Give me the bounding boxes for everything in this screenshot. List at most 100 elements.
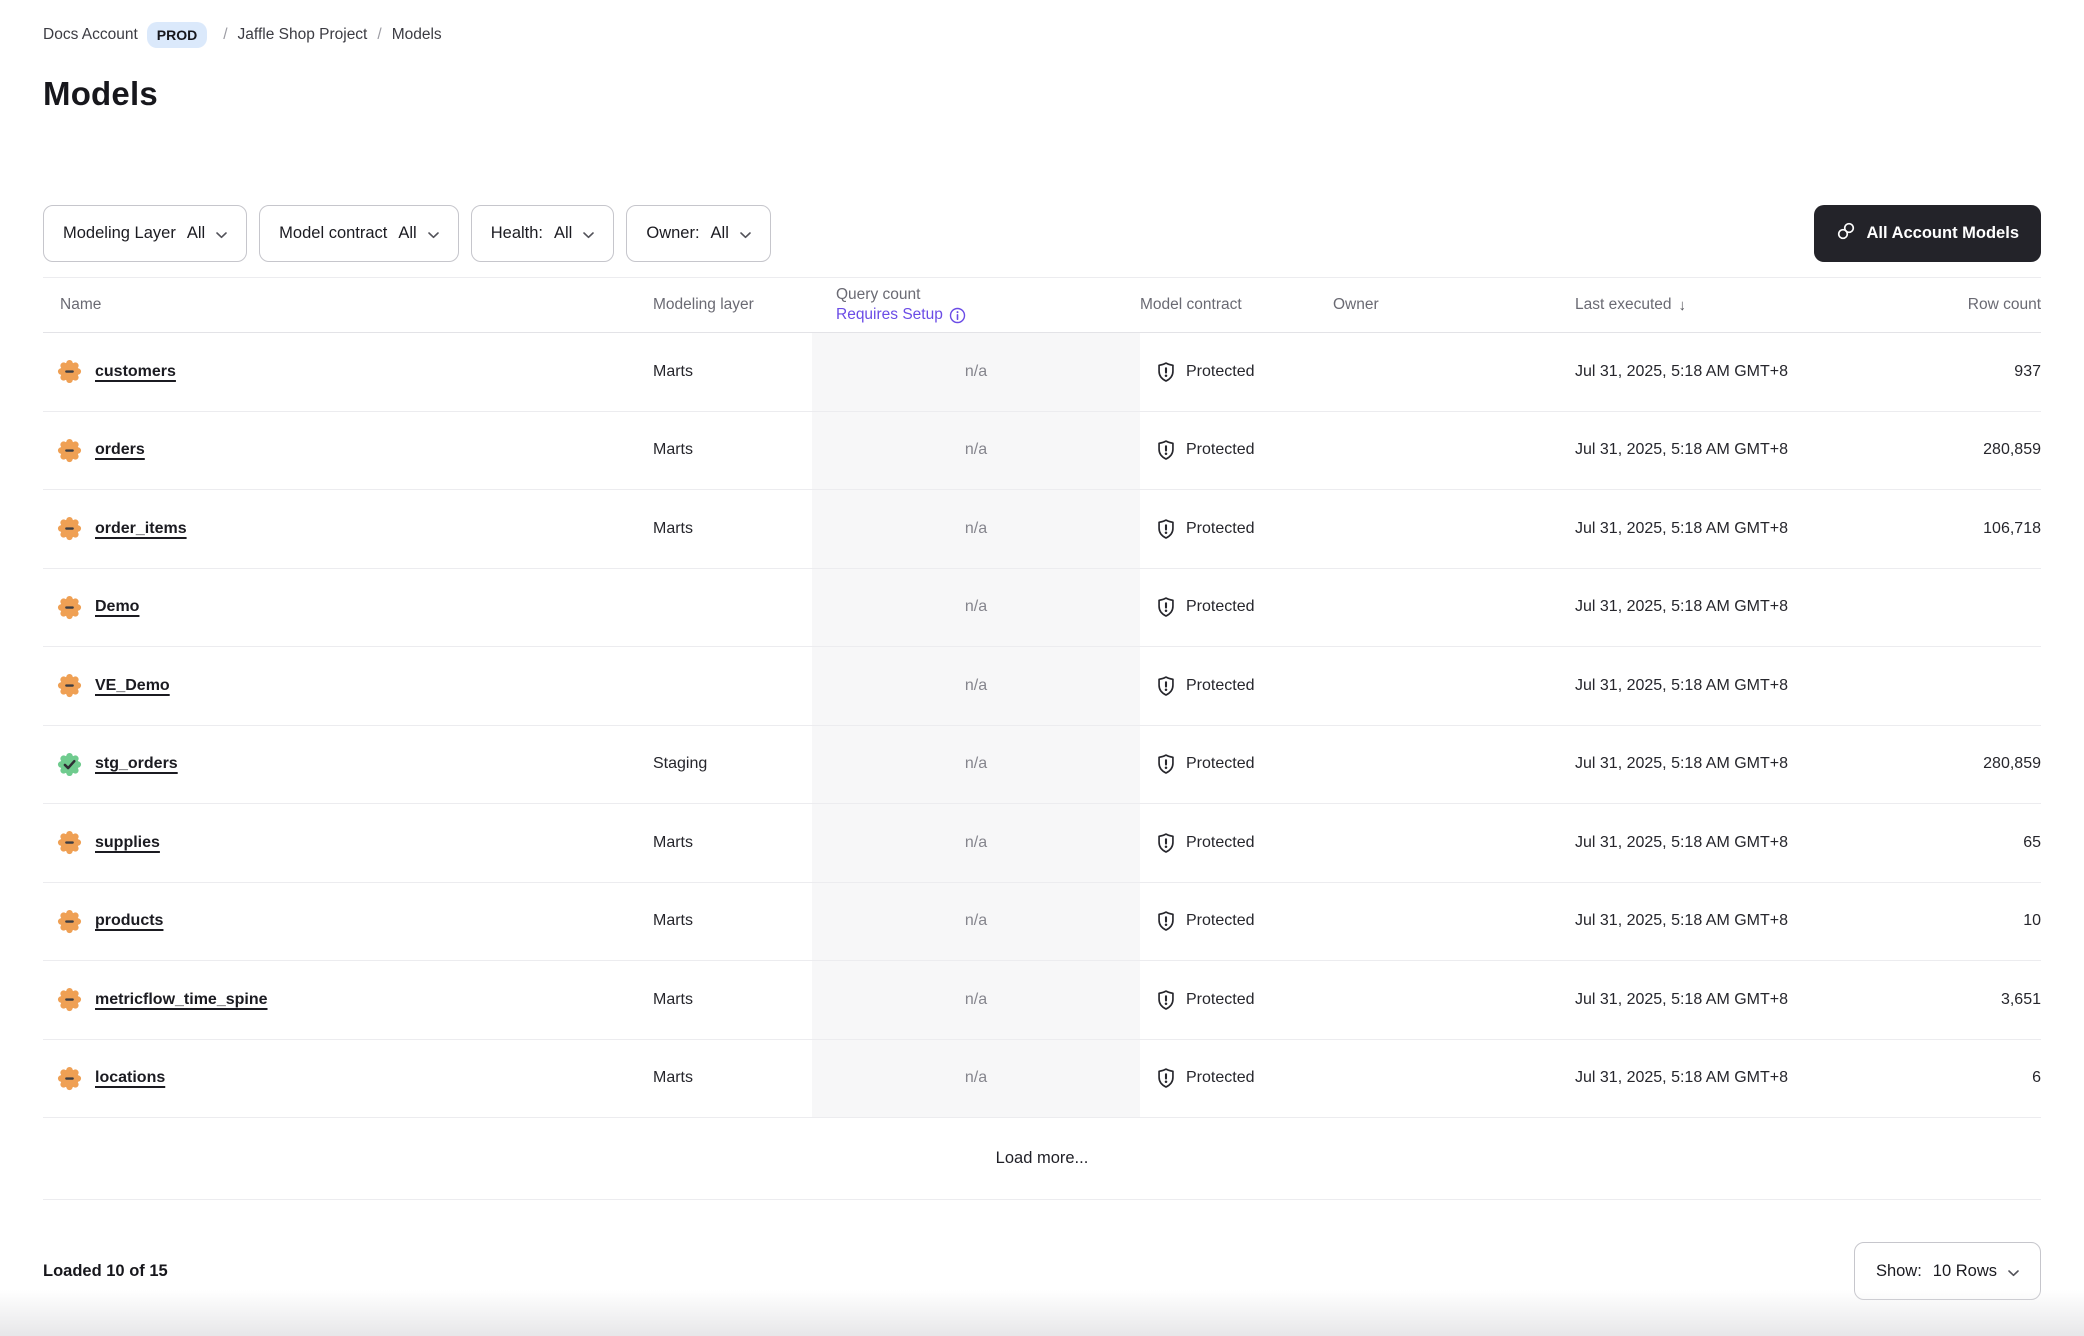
shield-icon (1155, 675, 1177, 697)
all-account-models-button[interactable]: All Account Models (1814, 205, 2041, 262)
shield-icon (1155, 439, 1177, 461)
model-contract-cell: Protected (1140, 753, 1333, 775)
model-contract-cell: Protected (1140, 361, 1333, 383)
query-count-cell: n/a (812, 961, 1140, 1039)
page-size-value: 10 Rows (1933, 1262, 1997, 1281)
name-cell: metricflow_time_spine (43, 987, 653, 1012)
toolbar: Modeling Layer All Model contract All He… (43, 205, 2041, 262)
load-more-button[interactable]: Load more... (996, 1149, 1089, 1168)
last-executed-cell: Jul 31, 2025, 5:18 AM GMT+8 (1505, 755, 1885, 773)
row-count-cell: 6 (1885, 1069, 2041, 1087)
breadcrumb: Docs Account PROD / Jaffle Shop Project … (43, 0, 2041, 45)
load-more-row: Load more... (43, 1118, 2041, 1200)
requires-setup-link[interactable]: Requires Setup (836, 305, 966, 325)
model-contract-cell: Protected (1140, 1067, 1333, 1089)
table-row: supplies Marts n/a Protected Jul 31, 202… (43, 804, 2041, 883)
shield-icon (1155, 753, 1177, 775)
shield-icon (1155, 1067, 1177, 1089)
row-count-cell: 65 (1885, 834, 2041, 852)
health-warning-badge-icon (57, 987, 82, 1012)
query-count-cell: n/a (812, 490, 1140, 568)
breadcrumb-account[interactable]: Docs Account (43, 26, 138, 44)
model-contract-label: Protected (1186, 598, 1254, 616)
filter-value: All (554, 224, 572, 243)
query-count-cell: n/a (812, 333, 1140, 411)
models-table: Name Modeling layer Query count Requires… (43, 277, 2041, 1200)
table-row: products Marts n/a Protected Jul 31, 202… (43, 883, 2041, 962)
model-name-link[interactable]: locations (95, 1069, 165, 1087)
model-name-link[interactable]: supplies (95, 834, 160, 852)
modeling-layer-cell: Marts (653, 834, 812, 852)
column-header-row-count: Row count (1885, 296, 2041, 314)
filter-bar: Modeling Layer All Model contract All He… (43, 205, 771, 262)
name-cell: products (43, 909, 653, 934)
shield-icon (1155, 518, 1177, 540)
filter-label: Model contract (279, 224, 387, 243)
row-count-cell: 280,859 (1885, 755, 2041, 773)
modeling-layer-cell: Staging (653, 755, 812, 773)
health-warning-badge-icon (57, 830, 82, 855)
row-count-cell: 106,718 (1885, 520, 2041, 538)
column-header-model-contract: Model contract (1140, 296, 1333, 314)
name-cell: supplies (43, 830, 653, 855)
sort-desc-icon: ↓ (1679, 297, 1687, 314)
model-contract-cell: Protected (1140, 832, 1333, 854)
all-account-models-label: All Account Models (1867, 224, 2019, 243)
column-header-name: Name (43, 296, 653, 314)
last-executed-cell: Jul 31, 2025, 5:18 AM GMT+8 (1505, 441, 1885, 459)
shield-icon (1155, 910, 1177, 932)
model-contract-label: Protected (1186, 912, 1254, 930)
filter-health[interactable]: Health: All (471, 205, 615, 262)
model-name-link[interactable]: stg_orders (95, 755, 178, 773)
name-cell: stg_orders (43, 752, 653, 777)
breadcrumb-current: Models (392, 26, 442, 44)
column-header-last-executed[interactable]: Last executed ↓ (1505, 296, 1885, 314)
row-count-cell: 10 (1885, 912, 2041, 930)
model-contract-cell: Protected (1140, 910, 1333, 932)
info-icon[interactable] (949, 307, 966, 324)
model-contract-label: Protected (1186, 991, 1254, 1009)
health-warning-badge-icon (57, 673, 82, 698)
model-contract-label: Protected (1186, 363, 1254, 381)
last-executed-cell: Jul 31, 2025, 5:18 AM GMT+8 (1505, 363, 1885, 381)
filter-label: Owner: (646, 224, 699, 243)
name-cell: customers (43, 359, 653, 384)
page-size-select[interactable]: Show: 10 Rows (1854, 1242, 2041, 1300)
chevron-down-icon (740, 225, 751, 244)
model-name-link[interactable]: order_items (95, 520, 187, 538)
model-name-link[interactable]: products (95, 912, 163, 930)
column-header-owner: Owner (1333, 296, 1505, 314)
column-header-modeling-layer: Modeling layer (653, 296, 812, 314)
filter-model-contract[interactable]: Model contract All (259, 205, 459, 262)
filter-owner[interactable]: Owner: All (626, 205, 771, 262)
table-row: stg_orders Staging n/a Protected Jul 31,… (43, 726, 2041, 805)
model-name-link[interactable]: orders (95, 441, 145, 459)
chevron-down-icon (428, 225, 439, 244)
row-count-cell: 937 (1885, 363, 2041, 381)
name-cell: Demo (43, 595, 653, 620)
chevron-down-icon (583, 225, 594, 244)
last-executed-cell: Jul 31, 2025, 5:18 AM GMT+8 (1505, 598, 1885, 616)
model-name-link[interactable]: VE_Demo (95, 677, 170, 695)
model-contract-cell: Protected (1140, 675, 1333, 697)
filter-value: All (398, 224, 416, 243)
health-warning-badge-icon (57, 595, 82, 620)
environment-badge: PROD (147, 22, 207, 48)
health-success-badge-icon (57, 752, 82, 777)
model-name-link[interactable]: metricflow_time_spine (95, 991, 268, 1009)
row-count-cell: 280,859 (1885, 441, 2041, 459)
filter-value: All (187, 224, 205, 243)
filter-label: Modeling Layer (63, 224, 176, 243)
last-executed-cell: Jul 31, 2025, 5:18 AM GMT+8 (1505, 677, 1885, 695)
filter-modeling-layer[interactable]: Modeling Layer All (43, 205, 247, 262)
model-contract-label: Protected (1186, 1069, 1254, 1087)
footer: Loaded 10 of 15 Show: 10 Rows (43, 1242, 2041, 1300)
model-name-link[interactable]: Demo (95, 598, 139, 616)
model-contract-cell: Protected (1140, 518, 1333, 540)
breadcrumb-project[interactable]: Jaffle Shop Project (238, 26, 368, 44)
shield-icon (1155, 832, 1177, 854)
model-name-link[interactable]: customers (95, 363, 176, 381)
query-count-cell: n/a (812, 726, 1140, 804)
table-header: Name Modeling layer Query count Requires… (43, 277, 2041, 333)
model-contract-label: Protected (1186, 677, 1254, 695)
